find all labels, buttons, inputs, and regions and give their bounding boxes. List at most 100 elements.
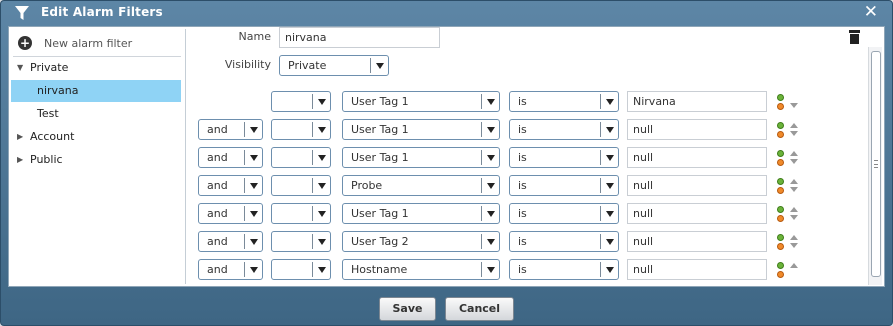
move-up-icon[interactable] xyxy=(790,207,798,212)
title-bar[interactable]: Edit Alarm Filters ✕ xyxy=(1,1,892,25)
move-up-icon[interactable] xyxy=(790,235,798,240)
visibility-label: Visibility xyxy=(224,58,271,71)
conjunction-select[interactable]: and xyxy=(198,259,263,280)
move-arrows xyxy=(789,204,799,224)
field-value: Probe xyxy=(351,179,383,192)
field-select[interactable]: User Tag 1 xyxy=(342,203,500,224)
move-up-icon[interactable] xyxy=(790,123,798,128)
add-row-icon[interactable] xyxy=(777,206,784,213)
operator-select[interactable]: is xyxy=(509,231,619,252)
add-row-icon[interactable] xyxy=(777,150,784,157)
conjunction-select[interactable]: and xyxy=(198,147,263,168)
operator-select[interactable]: is xyxy=(509,91,619,112)
field-select[interactable]: Hostname xyxy=(342,259,500,280)
operator-select[interactable]: is xyxy=(509,119,619,140)
operator-select[interactable]: is xyxy=(509,203,619,224)
name-input[interactable]: nirvana xyxy=(279,27,440,48)
operator-value: is xyxy=(518,263,527,276)
move-up-icon[interactable] xyxy=(790,263,798,268)
value-input[interactable]: null xyxy=(627,147,767,168)
tree-node-test[interactable]: Test xyxy=(11,103,181,125)
value-input[interactable]: Nirvana xyxy=(627,91,767,112)
conjunction-select[interactable]: and xyxy=(198,175,263,196)
chevron-down-icon xyxy=(600,122,618,137)
operator-select[interactable]: is xyxy=(509,175,619,196)
chevron-down-icon xyxy=(481,234,499,249)
move-down-icon[interactable] xyxy=(790,187,798,192)
move-up-icon[interactable] xyxy=(790,151,798,156)
field-select[interactable]: User Tag 2 xyxy=(342,231,500,252)
value-input[interactable]: null xyxy=(627,231,767,252)
cancel-button[interactable]: Cancel xyxy=(445,297,514,321)
remove-row-icon[interactable] xyxy=(777,187,784,194)
field-select[interactable]: User Tag 1 xyxy=(342,91,500,112)
operator-select[interactable]: is xyxy=(509,147,619,168)
paren-select[interactable] xyxy=(271,119,331,140)
collapsed-triangle-icon[interactable]: ▶ xyxy=(17,126,23,148)
conjunction-select[interactable]: and xyxy=(198,119,263,140)
field-select[interactable]: User Tag 1 xyxy=(342,119,500,140)
chevron-down-icon xyxy=(600,178,618,193)
filter-tree: + New alarm filter ▼ Private nirvana Tes… xyxy=(11,29,186,284)
remove-row-icon[interactable] xyxy=(777,215,784,222)
new-alarm-filter-button[interactable]: + New alarm filter xyxy=(17,34,177,52)
remove-row-icon[interactable] xyxy=(777,243,784,250)
scrollbar-thumb[interactable] xyxy=(871,51,881,277)
add-remove-icons xyxy=(777,260,785,280)
tree-node-label: Account xyxy=(30,130,75,143)
plus-icon: + xyxy=(18,36,32,50)
paren-select[interactable] xyxy=(271,91,331,112)
operator-value: is xyxy=(518,179,527,192)
remove-row-icon[interactable] xyxy=(777,103,784,110)
value-input[interactable]: null xyxy=(627,175,767,196)
paren-select[interactable] xyxy=(271,203,331,224)
field-value: User Tag 2 xyxy=(351,235,409,248)
trash-icon[interactable] xyxy=(849,30,860,44)
collapsed-triangle-icon[interactable]: ▶ xyxy=(17,149,23,171)
tree-node-public[interactable]: ▶ Public xyxy=(11,149,181,171)
paren-select[interactable] xyxy=(271,231,331,252)
tree-node-account[interactable]: ▶ Account xyxy=(11,126,181,148)
operator-value: is xyxy=(518,123,527,136)
conjunction-value: and xyxy=(207,179,228,192)
operator-select[interactable]: is xyxy=(509,259,619,280)
dialog-body: + New alarm filter ▼ Private nirvana Tes… xyxy=(8,26,885,287)
move-down-icon[interactable] xyxy=(790,103,798,108)
remove-row-icon[interactable] xyxy=(777,271,784,278)
move-arrows xyxy=(789,232,799,252)
move-down-icon[interactable] xyxy=(790,159,798,164)
vertical-scrollbar[interactable] xyxy=(868,47,882,285)
move-down-icon[interactable] xyxy=(790,243,798,248)
field-value: User Tag 1 xyxy=(351,207,409,220)
remove-row-icon[interactable] xyxy=(777,131,784,138)
move-up-icon[interactable] xyxy=(790,179,798,184)
tree-node-private[interactable]: ▼ Private xyxy=(11,57,181,79)
value-input[interactable]: null xyxy=(627,119,767,140)
save-button[interactable]: Save xyxy=(379,297,436,321)
add-row-icon[interactable] xyxy=(777,94,784,101)
add-row-icon[interactable] xyxy=(777,262,784,269)
value-input[interactable]: null xyxy=(627,259,767,280)
grip-icon xyxy=(874,160,878,168)
chevron-down-icon xyxy=(370,58,388,73)
add-row-icon[interactable] xyxy=(777,122,784,129)
visibility-select[interactable]: Private xyxy=(279,55,389,76)
paren-select[interactable] xyxy=(271,147,331,168)
trash-bin xyxy=(850,34,859,44)
value-input[interactable]: null xyxy=(627,203,767,224)
expanded-triangle-icon[interactable]: ▼ xyxy=(17,57,23,79)
conjunction-select[interactable]: and xyxy=(198,231,263,252)
field-select[interactable]: Probe xyxy=(342,175,500,196)
add-row-icon[interactable] xyxy=(777,234,784,241)
remove-row-icon[interactable] xyxy=(777,159,784,166)
tree-node-nirvana[interactable]: nirvana xyxy=(11,80,181,102)
paren-select[interactable] xyxy=(271,259,331,280)
move-down-icon[interactable] xyxy=(790,131,798,136)
move-down-icon[interactable] xyxy=(790,215,798,220)
field-select[interactable]: User Tag 1 xyxy=(342,147,500,168)
paren-select[interactable] xyxy=(271,175,331,196)
close-icon[interactable]: ✕ xyxy=(864,2,878,22)
add-row-icon[interactable] xyxy=(777,178,784,185)
chevron-down-icon xyxy=(481,122,499,137)
conjunction-select[interactable]: and xyxy=(198,203,263,224)
